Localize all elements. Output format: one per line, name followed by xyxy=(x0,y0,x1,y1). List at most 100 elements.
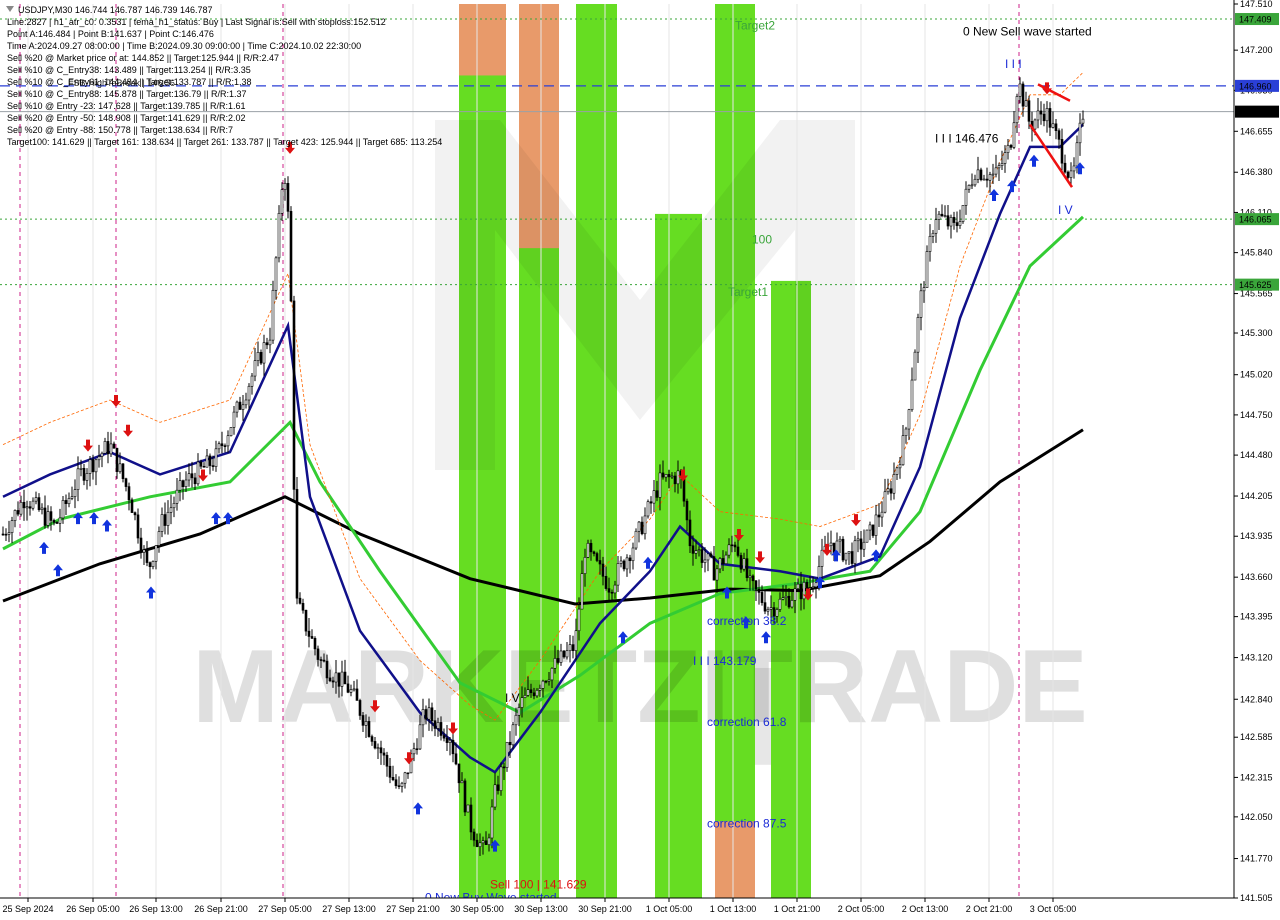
candle-body xyxy=(724,554,728,564)
candle-body xyxy=(364,721,368,726)
candle-body xyxy=(163,514,167,526)
candle-body xyxy=(442,735,446,739)
candle-body xyxy=(739,555,743,570)
candle-body xyxy=(457,763,461,784)
candle-body xyxy=(157,531,161,546)
candle-body xyxy=(634,530,638,549)
down-arrow-icon xyxy=(755,551,765,564)
candle-body xyxy=(178,480,182,491)
x-tick-label: 26 Sep 21:00 xyxy=(194,904,248,914)
candle-body xyxy=(244,399,248,406)
candle-body xyxy=(547,679,551,682)
candle-body xyxy=(202,465,206,468)
candle-body xyxy=(820,549,824,567)
candle-body xyxy=(295,489,299,599)
candle-body xyxy=(70,496,74,499)
candle-body xyxy=(916,317,920,353)
candle-body xyxy=(1042,113,1046,122)
candle-body xyxy=(361,715,365,726)
candle-body xyxy=(610,591,614,594)
candle-body xyxy=(292,300,296,490)
candle-body xyxy=(1033,119,1037,130)
x-tick-label: 25 Sep 2024 xyxy=(2,904,53,914)
candle-body xyxy=(670,475,674,478)
candle-body xyxy=(664,474,668,478)
candle-body xyxy=(700,549,704,563)
candle-body xyxy=(922,287,926,292)
candle-body xyxy=(751,575,755,582)
candle-body xyxy=(562,650,566,658)
wave-iv-label: I V xyxy=(1058,203,1073,217)
info-line: Target100: 141.629 || Target 161: 138.63… xyxy=(7,137,442,147)
y-tick-label: 142.840 xyxy=(1240,694,1273,704)
candle-body xyxy=(625,557,629,570)
candle-body xyxy=(199,461,203,467)
candle-body xyxy=(208,455,212,466)
candle-body xyxy=(517,707,521,716)
candle-body xyxy=(841,538,845,561)
candle-body xyxy=(973,178,977,186)
candle-body xyxy=(769,607,773,610)
candle-body xyxy=(88,459,92,474)
info-line: Time A:2024.09.27 08:00:00 | Time B:2024… xyxy=(7,41,361,51)
candle-body xyxy=(619,560,623,564)
candle-body xyxy=(484,840,488,845)
zone-green xyxy=(715,4,755,898)
candle-body xyxy=(754,580,758,590)
candle-body xyxy=(583,557,587,574)
candle-body xyxy=(703,559,707,563)
x-tick-label: 30 Sep 13:00 xyxy=(514,904,568,914)
candle-body xyxy=(196,461,200,485)
candle-body xyxy=(100,452,104,457)
down-arrow-icon xyxy=(851,514,861,527)
x-tick-label: 1 Oct 21:00 xyxy=(774,904,821,914)
candle-body xyxy=(853,540,857,564)
candle-body xyxy=(742,558,746,570)
candle-body xyxy=(928,235,932,252)
candle-body xyxy=(1039,110,1043,115)
candle-body xyxy=(424,709,428,720)
candle-body xyxy=(658,472,662,498)
candle-body xyxy=(598,560,602,565)
y-tick-label: 146.655 xyxy=(1240,126,1273,136)
candle-body xyxy=(382,752,386,756)
candle-body xyxy=(1027,100,1031,122)
candle-body xyxy=(559,650,563,663)
candle-body xyxy=(757,588,761,593)
candle-body xyxy=(970,184,974,187)
candle-body xyxy=(415,748,419,751)
candle-body xyxy=(352,688,356,691)
candle-body xyxy=(52,520,56,523)
candle-body xyxy=(652,490,656,504)
candle-body xyxy=(298,597,302,604)
candle-body xyxy=(637,521,641,532)
candle-body xyxy=(865,529,869,543)
y-tick-label: 147.200 xyxy=(1240,45,1273,55)
candle-body xyxy=(541,680,545,689)
candle-body xyxy=(601,563,605,577)
candle-body xyxy=(994,167,998,175)
price-chart[interactable]: MARKETZITRADE Target2 Target1 100 0 New Sel… xyxy=(0,0,1280,920)
candle-body xyxy=(712,556,716,581)
candle-body xyxy=(1048,108,1052,128)
candle-body xyxy=(34,497,38,502)
candle-body xyxy=(403,772,407,784)
candle-body xyxy=(904,428,908,437)
candle-body xyxy=(538,688,542,691)
candle-body xyxy=(235,401,239,413)
candle-body xyxy=(676,470,680,485)
correction-61-label: correction 61.8 xyxy=(707,715,787,729)
candle-body xyxy=(847,551,851,554)
candle-body xyxy=(1063,162,1067,173)
candle-body xyxy=(778,598,782,610)
candle-body xyxy=(472,831,476,841)
candle-body xyxy=(322,659,326,662)
candle-body xyxy=(616,563,620,586)
candle-body xyxy=(850,551,854,564)
candle-body xyxy=(49,511,53,521)
x-tick-label: 26 Sep 05:00 xyxy=(66,904,120,914)
info-line: Sell %20 @ Entry -50: 148.908 || Target:… xyxy=(7,113,245,123)
candle-body xyxy=(586,542,590,558)
candle-body xyxy=(613,584,617,594)
candle-body xyxy=(79,467,83,470)
